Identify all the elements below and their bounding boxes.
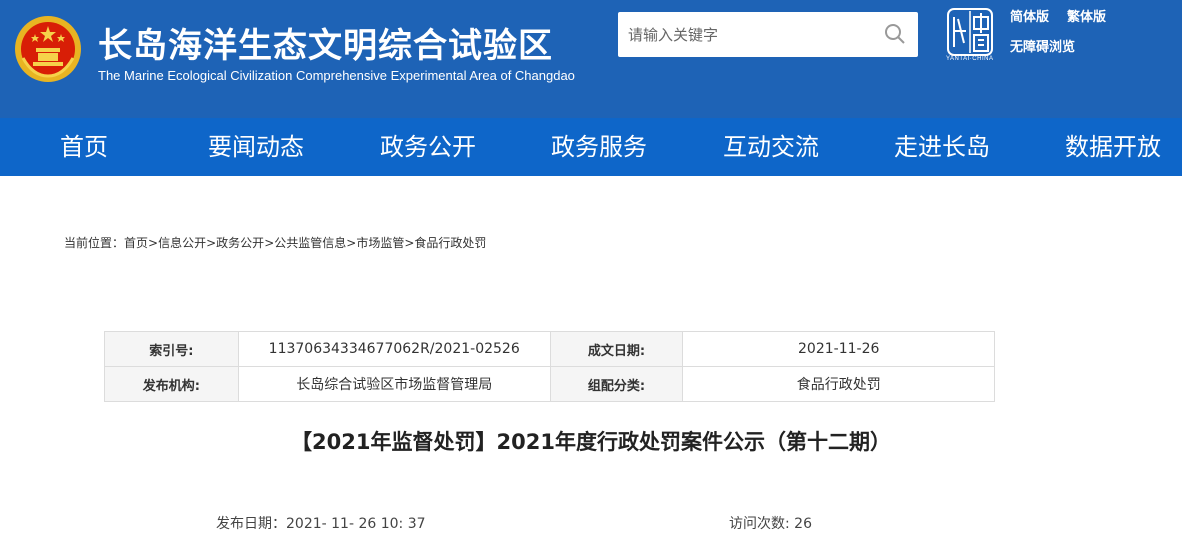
national-emblem-icon[interactable] bbox=[13, 14, 83, 84]
index-label: 索引号: bbox=[104, 331, 239, 367]
article-title: 【2021年监督处罚】2021年度行政处罚案件公示（第十二期） bbox=[291, 430, 891, 454]
site-header: 长岛海洋生态文明综合试验区 The Marine Ecological Civi… bbox=[0, 0, 1182, 118]
table-row: 索引号: 11370634334677062R/2021-02526 成文日期:… bbox=[104, 331, 995, 367]
publisher-label: 发布机构: bbox=[104, 366, 239, 402]
table-row: 发布机构: 长岛综合试验区市场监督管理局 组配分类: 食品行政处罚 bbox=[104, 366, 995, 402]
nav-gov-affairs[interactable]: 政务公开 bbox=[380, 118, 476, 176]
breadcrumb-sep: > bbox=[148, 236, 159, 250]
visit-count-label: 访问次数: bbox=[729, 516, 790, 532]
breadcrumb: 当前位置：首页>信息公开>政务公开>公共监管信息>市场监管>食品行政处罚 bbox=[64, 234, 486, 251]
publish-date: 发布日期：2021- 11- 26 10: 37 bbox=[216, 513, 426, 533]
date-value: 2021-11-26 bbox=[682, 331, 995, 367]
nav-gov-services[interactable]: 政务服务 bbox=[551, 118, 647, 176]
nav-about[interactable]: 走进长岛 bbox=[894, 118, 990, 176]
publisher-value: 长岛综合试验区市场监督管理局 bbox=[237, 366, 551, 402]
site-title[interactable]: 长岛海洋生态文明综合试验区 bbox=[98, 18, 553, 67]
nav-home[interactable]: 首页 bbox=[60, 118, 108, 176]
yantai-seal-logo bbox=[947, 8, 993, 56]
breadcrumb-sep: > bbox=[206, 236, 217, 250]
breadcrumb-food-penalty[interactable]: 食品行政处罚 bbox=[414, 236, 486, 250]
nav-interaction[interactable]: 互动交流 bbox=[723, 118, 819, 176]
publish-date-label: 发布日期： bbox=[216, 516, 286, 532]
nav-open-data[interactable]: 数据开放 bbox=[1065, 118, 1161, 176]
category-value: 食品行政处罚 bbox=[682, 366, 995, 402]
main-nav: 首页 要闻动态 政务公开 政务服务 互动交流 走进长岛 数据开放 bbox=[0, 118, 1182, 176]
search-box bbox=[618, 12, 918, 57]
traditional-link[interactable]: 繁体版 bbox=[1067, 6, 1106, 25]
breadcrumb-sep: > bbox=[404, 236, 415, 250]
index-value: 11370634334677062R/2021-02526 bbox=[237, 331, 551, 367]
publish-date-value: 2021- 11- 26 10: 37 bbox=[286, 516, 426, 532]
search-input[interactable] bbox=[628, 22, 878, 48]
breadcrumb-prefix: 当前位置： bbox=[64, 236, 125, 250]
search-icon[interactable] bbox=[884, 23, 906, 45]
breadcrumb-gov[interactable]: 政务公开 bbox=[216, 236, 264, 250]
accessible-link[interactable]: 无障碍浏览 bbox=[1010, 36, 1075, 55]
seal-caption: YANTAI·CHINA bbox=[946, 56, 994, 62]
category-label: 组配分类: bbox=[549, 366, 684, 402]
site-subtitle: The Marine Ecological Civilization Compr… bbox=[98, 68, 575, 83]
visit-count: 访问次数: 26 bbox=[729, 513, 812, 533]
breadcrumb-home[interactable]: 首页 bbox=[124, 236, 148, 250]
breadcrumb-sep: > bbox=[264, 236, 275, 250]
breadcrumb-market[interactable]: 市场监管 bbox=[356, 236, 404, 250]
meta-table: 索引号: 11370634334677062R/2021-02526 成文日期:… bbox=[104, 331, 995, 402]
visit-count-value: 26 bbox=[794, 516, 812, 532]
breadcrumb-sep: > bbox=[346, 236, 357, 250]
nav-news[interactable]: 要闻动态 bbox=[208, 118, 304, 176]
simplified-link[interactable]: 简体版 bbox=[1010, 6, 1049, 25]
breadcrumb-info[interactable]: 信息公开 bbox=[158, 236, 206, 250]
breadcrumb-supervision[interactable]: 公共监管信息 bbox=[274, 236, 346, 250]
date-label: 成文日期: bbox=[549, 331, 684, 367]
